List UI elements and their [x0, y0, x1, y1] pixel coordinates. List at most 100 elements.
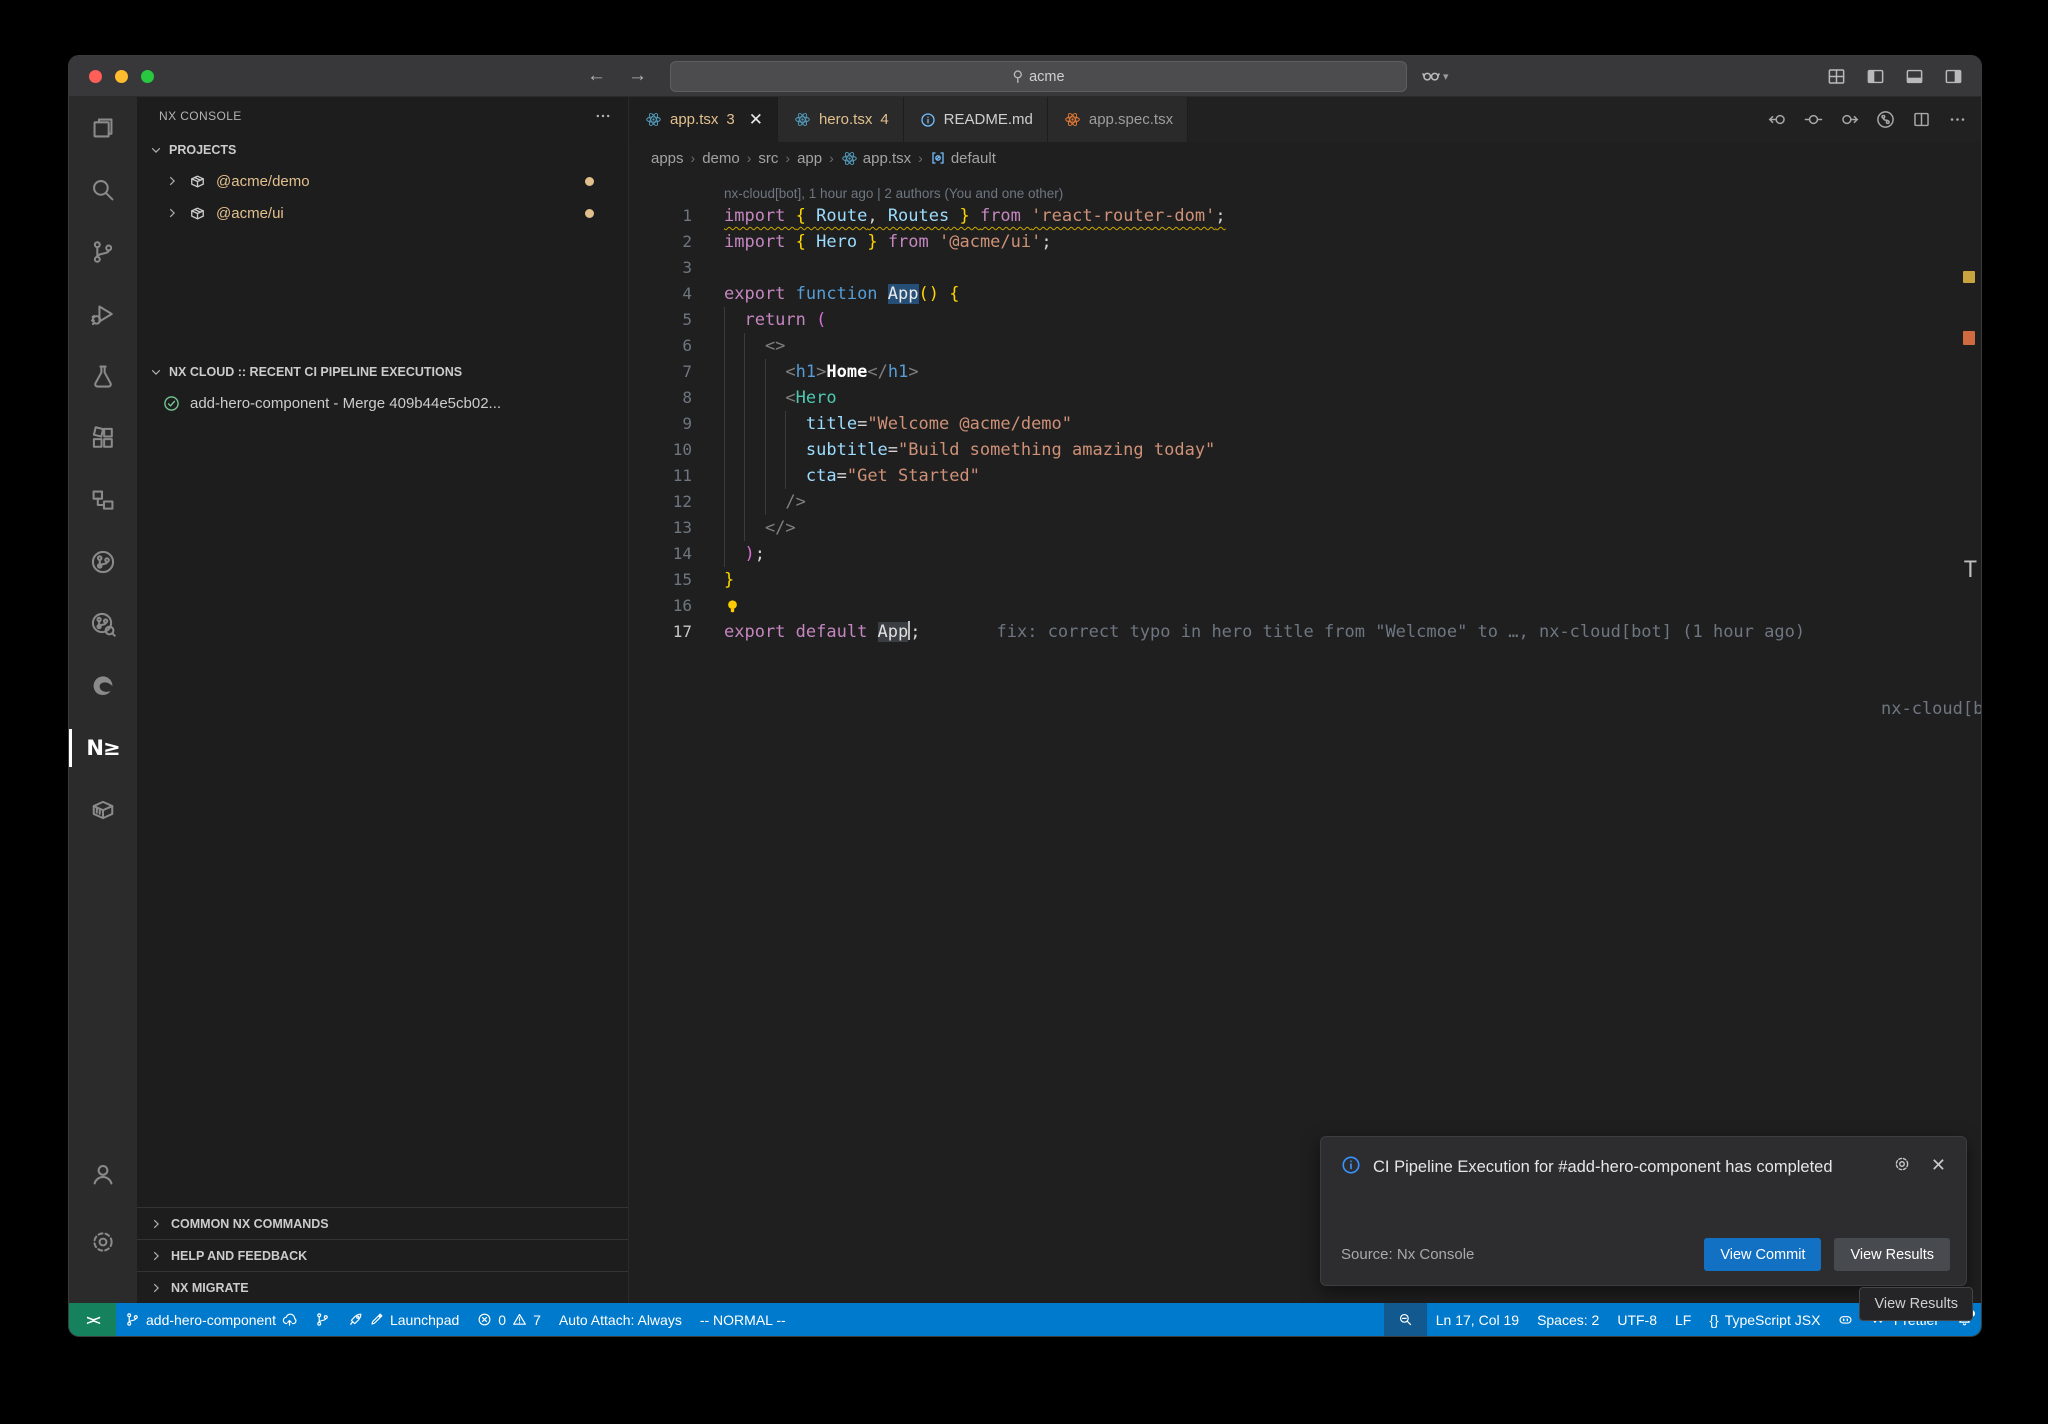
close-icon[interactable]: ✕ — [749, 110, 763, 130]
status-source-control-graph[interactable] — [306, 1303, 339, 1336]
activity-item-testing-beaker[interactable] — [69, 345, 137, 407]
code-line-13[interactable]: 13</> — [629, 515, 1981, 541]
nav-circle-button[interactable] — [1804, 110, 1823, 129]
code-token: from — [980, 206, 1031, 226]
minimize-button[interactable] — [115, 70, 128, 83]
project-item[interactable]: @acme/demo — [137, 165, 628, 197]
breadcrumb-item-default[interactable]: default — [930, 150, 996, 167]
tab-label: hero.tsx — [819, 111, 872, 128]
notification-message: CI Pipeline Execution for #add-hero-comp… — [1373, 1155, 1833, 1181]
gear-icon[interactable] — [1893, 1155, 1911, 1181]
status-cursor-position[interactable]: Ln 17, Col 19 — [1427, 1303, 1528, 1336]
code-token: = — [888, 440, 898, 460]
lightbulb-icon — [724, 598, 741, 615]
status-vim-mode-status[interactable]: -- NORMAL -- — [691, 1303, 795, 1336]
status-remote-indicator[interactable]: >< — [69, 1303, 116, 1336]
status-git-branch-status[interactable]: add-hero-component — [116, 1303, 306, 1336]
code-line-6[interactable]: 6<> — [629, 333, 1981, 359]
activity-item-references[interactable] — [69, 469, 137, 531]
activity-item-container[interactable] — [69, 779, 137, 841]
breadcrumb-item-app[interactable]: app — [797, 150, 822, 167]
status-indentation[interactable]: Spaces: 2 — [1528, 1303, 1608, 1336]
activity-item-circle-branch[interactable] — [69, 531, 137, 593]
activity-item-run-debug[interactable] — [69, 283, 137, 345]
section-header-nx-cloud[interactable]: NX CLOUD :: RECENT CI PIPELINE EXECUTION… — [137, 357, 628, 387]
nav-back-circle-button[interactable] — [1768, 110, 1787, 129]
code-line-10[interactable]: 10subtitle="Build something amazing toda… — [629, 437, 1981, 463]
code-line-11[interactable]: 11cta="Get Started" — [629, 463, 1981, 489]
project-item[interactable]: @acme/ui — [137, 197, 628, 229]
activity-item-circle-branch-search[interactable] — [69, 593, 137, 655]
close-icon[interactable]: ✕ — [1931, 1155, 1946, 1181]
activity-item-files[interactable] — [69, 97, 137, 159]
status-language-mode[interactable]: {}TypeScript JSX — [1700, 1303, 1829, 1336]
nav-forward-circle-button[interactable] — [1840, 110, 1859, 129]
more-actions-icon[interactable] — [594, 107, 612, 125]
breadcrumb-item-apps[interactable]: apps — [651, 150, 684, 167]
code-line-7[interactable]: 7<h1>Home</h1> — [629, 359, 1981, 385]
code-token: '@acme/ui' — [939, 232, 1041, 252]
activity-item-extensions[interactable] — [69, 407, 137, 469]
line-number: 14 — [629, 541, 692, 567]
section-header-projects[interactable]: PROJECTS — [137, 135, 628, 165]
status-copilot-status[interactable] — [1829, 1303, 1862, 1336]
toggle-layout-grid-button[interactable] — [1827, 67, 1846, 86]
run-circle-branch-button[interactable] — [1876, 110, 1895, 129]
activity-item-settings-gear[interactable] — [69, 1211, 137, 1273]
nav-back-button[interactable]: ← — [587, 65, 606, 87]
account-icon[interactable] — [1421, 66, 1441, 86]
status-encoding[interactable]: UTF-8 — [1608, 1303, 1666, 1336]
section-header-common-nx-commands[interactable]: COMMON NX COMMANDS — [137, 1207, 628, 1239]
info-icon — [1341, 1155, 1361, 1181]
line-text: import { Hero } from '@acme/ui'; — [724, 229, 1052, 255]
code-line-14[interactable]: 14); — [629, 541, 1981, 567]
breadcrumb-item-src[interactable]: src — [758, 150, 778, 167]
code-line-12[interactable]: 12/> — [629, 489, 1981, 515]
section-header-nx-migrate[interactable]: NX MIGRATE — [137, 1271, 628, 1303]
code-line-16[interactable]: 16 — [629, 593, 1981, 619]
code-line-8[interactable]: 8<Hero — [629, 385, 1981, 411]
nav-forward-button[interactable]: → — [628, 65, 647, 87]
code-token: </> — [765, 518, 796, 538]
toggle-panel-left-button[interactable] — [1866, 67, 1885, 86]
split-editor-button[interactable] — [1912, 110, 1931, 129]
zoom-button[interactable] — [141, 70, 154, 83]
activity-item-account[interactable] — [69, 1143, 137, 1205]
section-header-help-and-feedback[interactable]: HELP AND FEEDBACK — [137, 1239, 628, 1271]
close-button[interactable] — [89, 70, 102, 83]
status-bar: ><add-hero-component Launchpad07Auto Atta… — [69, 1303, 1981, 1336]
toggle-panel-bottom-button[interactable] — [1905, 67, 1924, 86]
status-problems-status[interactable]: 07 — [468, 1303, 550, 1336]
status-auto-attach-status[interactable]: Auto Attach: Always — [550, 1303, 691, 1336]
code-line-1[interactable]: 1import { Route, Routes } from 'react-ro… — [629, 203, 1981, 229]
view-results-button[interactable]: View Results — [1834, 1238, 1950, 1271]
activity-item-source-control[interactable] — [69, 221, 137, 283]
code-line-3[interactable]: 3 — [629, 255, 1981, 281]
code-line-15[interactable]: 15} — [629, 567, 1981, 593]
code-line-9[interactable]: 9title="Welcome @acme/demo" — [629, 411, 1981, 437]
status-zoom-indicator[interactable] — [1384, 1303, 1427, 1336]
command-center-search[interactable]: ⚲ acme — [670, 61, 1407, 92]
more-actions-icon — [594, 107, 612, 125]
tab-app.tsx[interactable]: app.tsx3✕ — [629, 97, 778, 142]
activity-item-edge-browser[interactable] — [69, 655, 137, 717]
tab-app.spec.tsx[interactable]: app.spec.tsx — [1048, 97, 1188, 142]
tab-README.md[interactable]: README.md — [904, 97, 1048, 142]
status-launchpad-status[interactable]: Launchpad — [339, 1303, 468, 1336]
code-line-2[interactable]: 2import { Hero } from '@acme/ui'; — [629, 229, 1981, 255]
code-line-4[interactable]: 4export function App() { — [629, 281, 1981, 307]
code-line-5[interactable]: 5return ( — [629, 307, 1981, 333]
tab-hero.tsx[interactable]: hero.tsx4 — [778, 97, 904, 142]
view-commit-button[interactable]: View Commit — [1704, 1238, 1821, 1271]
status-eol[interactable]: LF — [1666, 1303, 1700, 1336]
activity-item-search[interactable] — [69, 159, 137, 221]
more-actions-button[interactable] — [1948, 110, 1967, 129]
breadcrumb-item-demo[interactable]: demo — [702, 150, 740, 167]
toggle-panel-right-button[interactable] — [1944, 67, 1963, 86]
info-circle-icon — [920, 112, 936, 128]
code-line-17[interactable]: 17export default App;fix: correct typo i… — [629, 619, 1981, 645]
breadcrumb-item-app.tsx[interactable]: app.tsx — [841, 150, 911, 167]
activity-item-nx-console[interactable]: N≥ — [69, 717, 137, 779]
ci-pipeline-item[interactable]: add-hero-component - Merge 409b44e5cb02.… — [137, 387, 628, 419]
code-area[interactable]: nx-cloud[bot], 1 hour ago | 2 authors (Y… — [629, 174, 1981, 1303]
